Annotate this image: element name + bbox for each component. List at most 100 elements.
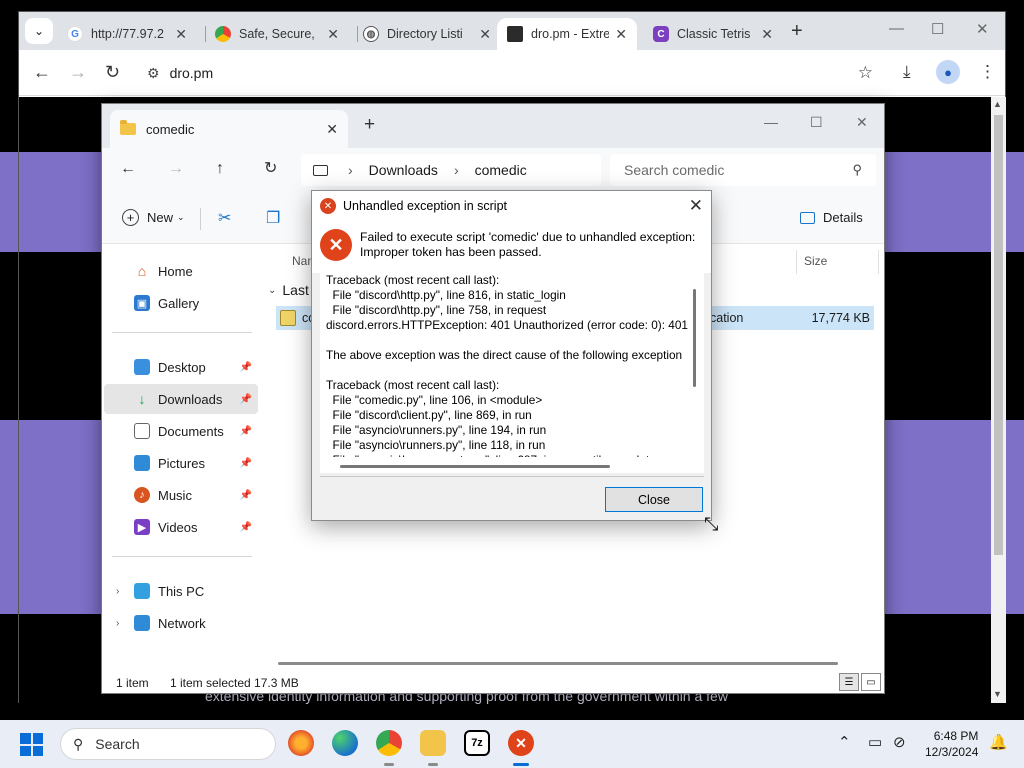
nav-item-desktop[interactable]: Desktop 📌 (104, 352, 258, 382)
home-icon: ⌂ (137, 263, 147, 279)
edge-icon[interactable] (332, 730, 358, 756)
profile-avatar[interactable]: ● (936, 60, 960, 84)
browser-tab-4-active[interactable]: dro.pm - Extre ✕ (497, 18, 637, 50)
scrollbar-thumb[interactable] (278, 662, 838, 665)
chevron-up-icon[interactable]: ⌃ (838, 733, 851, 751)
nav-item-gallery[interactable]: ▣ Gallery (104, 288, 258, 318)
forward-button[interactable]: → (69, 62, 87, 82)
breadcrumb[interactable]: › Downloads › comedic (301, 154, 601, 186)
page-scrollbar[interactable]: ▲ ▼ (991, 97, 1006, 703)
tiles-view-icon[interactable]: ▭ (861, 673, 881, 691)
close-tab-icon[interactable]: ✕ (175, 26, 187, 43)
clock[interactable]: 6:48 PM 12/3/2024 (925, 728, 978, 760)
reload-button[interactable]: ↻ (105, 62, 120, 82)
file-explorer-icon[interactable] (420, 730, 446, 756)
pin-icon[interactable]: 📌 (240, 426, 252, 437)
close-tab-icon[interactable]: ✕ (327, 26, 339, 43)
dropm-icon (507, 26, 523, 42)
nav-item-pictures[interactable]: Pictures 📌 (104, 448, 258, 478)
cut-icon[interactable]: ✂ (218, 208, 231, 228)
close-tab-icon[interactable]: ✕ (479, 26, 491, 43)
browser-tab-2[interactable]: Safe, Secure, ✕ (205, 18, 349, 50)
file-type: cation (710, 311, 744, 325)
7zip-icon[interactable]: 7z (464, 730, 490, 756)
tab-search-button[interactable]: ⌄ (25, 18, 53, 44)
explorer-tab[interactable]: comedic ✕ (110, 110, 348, 148)
scrollbar-thumb[interactable] (994, 115, 1003, 555)
pin-icon[interactable]: 📌 (240, 394, 252, 405)
column-header-size[interactable]: Size (804, 254, 827, 268)
column-separator (796, 250, 797, 274)
divider (320, 476, 704, 477)
close-tab-icon[interactable]: ✕ (615, 26, 627, 43)
more-menu-icon[interactable]: ⋮ (979, 62, 996, 82)
desktop-wallpaper-strip (1006, 152, 1024, 252)
new-button[interactable]: + New ⌄ (122, 209, 185, 226)
chevron-right-icon[interactable]: › (116, 586, 119, 597)
scroll-down-arrow[interactable]: ▼ (993, 689, 1002, 699)
search-input[interactable]: Search comedic ⚲ (610, 154, 876, 186)
maximize-button[interactable]: ☐ (931, 20, 944, 38)
minimize-button[interactable]: — (889, 20, 904, 37)
maximize-button[interactable]: ☐ (810, 114, 823, 131)
breadcrumb-comedic[interactable]: comedic (475, 162, 527, 178)
copy-icon[interactable]: ❐ (266, 208, 280, 228)
traceback-horizontal-scrollbar[interactable] (340, 465, 610, 468)
nav-item-home[interactable]: ⌂ Home (104, 256, 258, 286)
new-tab-button[interactable]: + (791, 21, 803, 41)
dialog-message: Failed to execute script 'comedic' due t… (360, 230, 696, 259)
chrome-icon[interactable] (376, 730, 402, 756)
details-button[interactable]: Details (800, 210, 863, 225)
browser-tab-5[interactable]: C Classic Tetris ✕ (643, 18, 783, 50)
back-button[interactable]: ← (120, 160, 136, 178)
search-label: Search (95, 736, 140, 752)
new-explorer-tab-button[interactable]: + (364, 115, 375, 134)
pin-icon[interactable]: 📌 (240, 490, 252, 501)
nav-item-downloads[interactable]: ↓ Downloads 📌 (104, 384, 258, 414)
up-button[interactable]: ↑ (216, 160, 224, 178)
notification-bell-icon[interactable]: 🔔 (989, 733, 1008, 751)
active-indicator (513, 763, 529, 766)
dialog-close-icon[interactable]: ✕ (689, 196, 703, 216)
music-icon: ♪ (134, 487, 150, 503)
pc-icon (134, 583, 150, 599)
close-tab-icon[interactable]: ✕ (326, 121, 338, 138)
minimize-button[interactable]: — (764, 114, 778, 130)
scroll-up-arrow[interactable]: ▲ (993, 99, 1002, 109)
network-icon[interactable]: ▭ (868, 733, 882, 751)
nav-item-network[interactable]: › Network (104, 608, 258, 638)
nav-item-documents[interactable]: Documents 📌 (104, 416, 258, 446)
details-view-icon[interactable]: ☰ (839, 673, 859, 691)
pin-icon[interactable]: 📌 (240, 458, 252, 469)
nav-item-videos[interactable]: ▶ Videos 📌 (104, 512, 258, 542)
nav-item-music[interactable]: ♪ Music 📌 (104, 480, 258, 510)
refresh-button[interactable]: ↻ (264, 160, 277, 178)
nav-item-this-pc[interactable]: › This PC (104, 576, 258, 606)
nav-label: Gallery (158, 295, 200, 311)
close-tab-icon[interactable]: ✕ (761, 26, 773, 43)
traceback-box[interactable]: Traceback (most recent call last): File … (320, 273, 704, 473)
chevron-right-icon[interactable]: › (116, 618, 119, 629)
bookmark-star-icon[interactable]: ☆ (858, 63, 873, 83)
volume-muted-icon[interactable]: ⊘ (893, 733, 906, 751)
address-bar[interactable]: ⚙ dro.pm ☆ (137, 57, 881, 89)
close-window-button[interactable]: ✕ (976, 20, 989, 38)
pin-icon[interactable]: 📌 (240, 362, 252, 373)
pin-icon[interactable]: 📌 (240, 522, 252, 533)
start-button[interactable] (20, 733, 43, 756)
back-button[interactable]: ← (33, 62, 51, 82)
firefox-icon[interactable] (288, 730, 314, 756)
browser-tab-1[interactable]: G http://77.97.2 ✕ (57, 18, 197, 50)
close-window-button[interactable]: ✕ (856, 114, 868, 131)
horizontal-scrollbar[interactable] (278, 661, 858, 666)
forward-button[interactable]: → (168, 160, 184, 178)
browser-tab-3[interactable]: ◍ Directory Listi ✕ (353, 18, 501, 50)
close-button[interactable]: Close (605, 487, 703, 512)
taskbar-search[interactable]: ⚲ Search (60, 728, 276, 760)
group-header[interactable]: ⌄ Last (268, 282, 309, 298)
site-info-icon[interactable]: ⚙ (147, 65, 160, 82)
traceback-vertical-scrollbar[interactable] (693, 289, 696, 387)
download-icon[interactable]: ⤓ (903, 62, 911, 82)
breadcrumb-downloads[interactable]: Downloads (369, 162, 438, 178)
error-app-icon[interactable]: ✕ (508, 730, 534, 756)
